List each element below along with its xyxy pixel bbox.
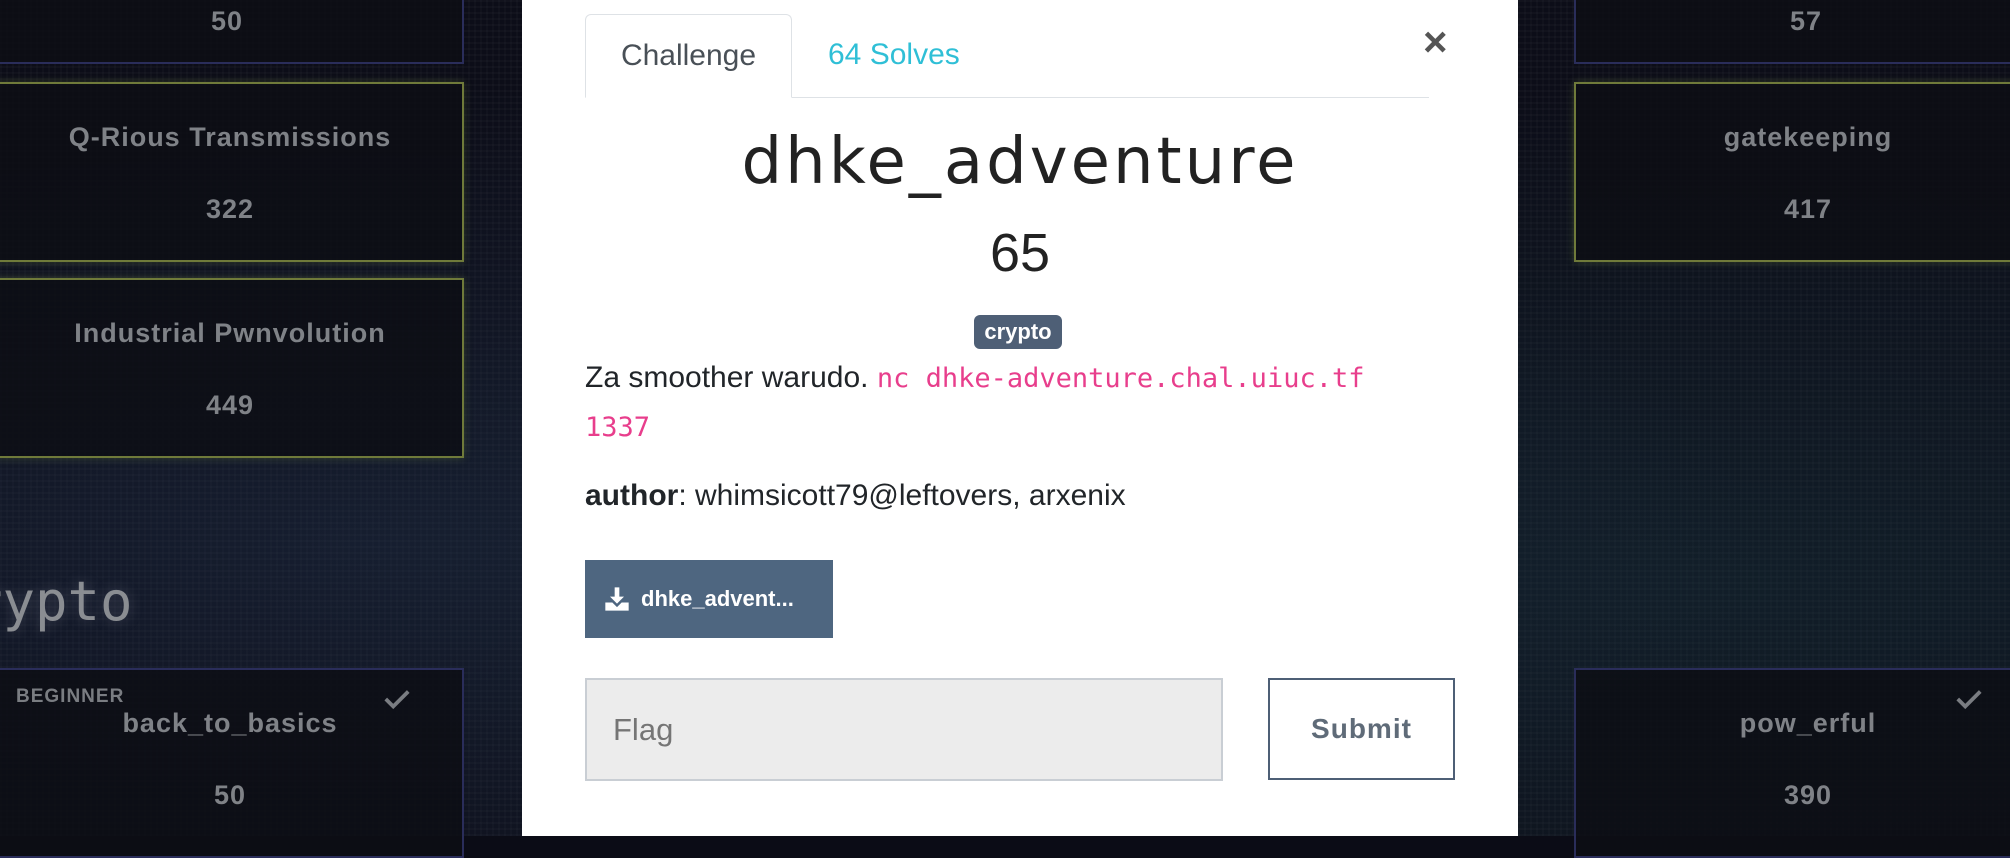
connection-port: 1337	[585, 412, 651, 443]
close-icon[interactable]: ×	[1423, 18, 1448, 66]
challenge-points: 65	[989, 223, 1051, 283]
difficulty-tag: BEGINNER	[16, 686, 125, 707]
category-badge: crypto	[974, 315, 1062, 349]
challenge-card-value: 390	[1783, 780, 1833, 810]
challenge-card-name: back_to_basics	[122, 708, 338, 738]
download-icon	[605, 587, 629, 611]
challenge-card-q-rious[interactable]: Q-Rious Transmissions 322	[0, 82, 464, 262]
challenge-card-back-to-basics[interactable]: BEGINNER back_to_basics 50	[0, 668, 464, 858]
challenge-card-pow-erful[interactable]: pow_erful 390	[1574, 668, 2010, 858]
challenge-card-value: 57	[1789, 6, 1823, 36]
flag-input[interactable]	[585, 678, 1223, 781]
connection-command: nc dhke-adventure.chal.uiuc.tf	[876, 363, 1365, 394]
challenge-card-value: 417	[1783, 194, 1833, 224]
challenge-author: author: whimsicott79@leftovers, arxenix	[585, 479, 1126, 513]
challenge-modal: Challenge 64 Solves × dhke_adventure 65 …	[522, 0, 1518, 836]
modal-tabs: Challenge 64 Solves	[585, 14, 1429, 98]
author-label: author	[585, 479, 679, 512]
category-heading: rypto	[0, 570, 133, 633]
description-text: Za smoother warudo.	[585, 361, 869, 394]
author-value: : whimsicott79@leftovers, arxenix	[678, 479, 1126, 512]
tab-solves[interactable]: 64 Solves	[828, 14, 960, 98]
challenge-card-gatekeeping[interactable]: gatekeeping 417	[1574, 82, 2010, 262]
challenge-card-value: 50	[210, 6, 244, 36]
challenge-card-value: 50	[213, 780, 247, 810]
download-file-label: dhke_advent...	[641, 586, 794, 611]
challenge-card-industrial[interactable]: Industrial Pwnvolution 449	[0, 278, 464, 458]
challenge-card-name: gatekeeping	[1723, 122, 1893, 152]
challenge-description: Za smoother warudo. nc dhke-adventure.ch…	[585, 354, 1445, 452]
challenge-card-name: Industrial Pwnvolution	[74, 318, 386, 348]
submit-button[interactable]: Submit	[1268, 678, 1455, 780]
challenge-card-name: pow_erful	[1739, 708, 1877, 738]
challenge-card-name: Q-Rious Transmissions	[68, 122, 392, 152]
download-file-button[interactable]: dhke_advent...	[585, 560, 833, 638]
challenge-card-value: 322	[205, 194, 255, 224]
challenge-card-value: 449	[205, 390, 255, 420]
challenge-card-top-left[interactable]: 50	[0, 0, 464, 64]
challenge-card-top-right[interactable]: 57	[1574, 0, 2010, 64]
challenge-title: dhke_adventure	[741, 125, 1299, 199]
tab-challenge[interactable]: Challenge	[585, 14, 792, 98]
